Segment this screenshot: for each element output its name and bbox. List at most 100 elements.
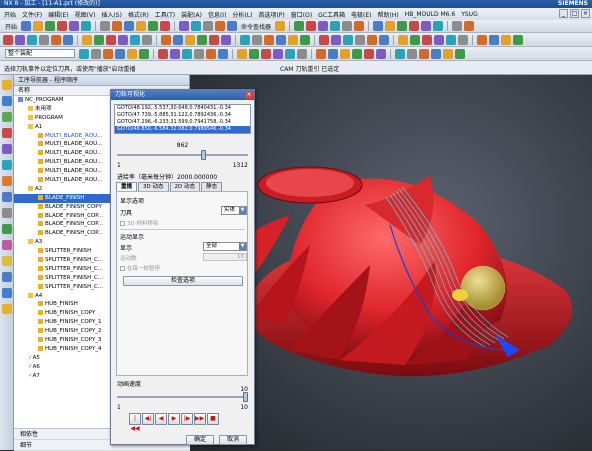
toolbar-icon[interactable] [240,34,250,45]
toolbar-icon[interactable] [39,34,49,45]
toolbar-icon[interactable] [94,34,104,45]
toolbar-icon[interactable] [170,48,180,59]
toolbar-icon[interactable] [398,34,408,45]
toolbar-icon[interactable] [261,48,271,59]
toolbar-icon[interactable] [203,21,214,31]
toolbar-icon[interactable] [63,34,73,45]
dialog-close-button[interactable]: × [245,91,253,99]
goto-list-item[interactable]: GOTO/47.739,-5.885,31.122,0.7892436,-0.3… [115,112,250,119]
toolbar-icon[interactable] [379,34,389,45]
toolbar-icon[interactable] [343,34,353,45]
goto-list-item[interactable]: GOTO/46.850,-6.584,32.082,0.7989546,-0.3… [115,126,250,133]
toolbar-icon[interactable] [160,21,171,31]
toolbar-icon[interactable] [45,21,56,31]
toolbar-icon[interactable] [410,34,420,45]
toolbar-icon[interactable] [452,21,463,31]
toolbar-icon[interactable] [139,48,149,59]
toolbar-icon[interactable] [373,21,384,31]
toolbar-icon[interactable] [191,21,202,31]
resource-bar-icon[interactable] [2,160,12,170]
resource-bar-icon[interactable] [2,192,12,202]
menu-item[interactable]: 装配(A) [181,10,202,19]
command-finder-label[interactable]: 命令查找器 [241,22,271,31]
toolbar-icon[interactable] [81,21,92,31]
menu-item[interactable]: 窗口(O) [291,10,312,19]
menu-item[interactable]: 分析(L) [232,10,252,19]
toolbar-icon[interactable] [209,34,219,45]
toolbar-icon[interactable] [3,34,13,45]
toolbar-icon[interactable] [118,34,128,45]
show-combo[interactable]: 全部 ▼ [203,242,247,251]
toolbar-icon[interactable] [136,21,147,31]
menu-item[interactable]: 工具(T) [155,10,175,19]
speed-slider[interactable] [117,392,248,402]
toolbar-icon[interactable] [294,21,305,31]
toolbar-icon[interactable] [158,48,168,59]
cancel-button[interactable]: 取消 [219,435,247,445]
menu-item[interactable]: 文件(F) [22,10,42,19]
toolbar-icon[interactable] [352,48,362,59]
toolbar-icon[interactable] [285,48,295,59]
toolbar-icon[interactable] [15,34,25,45]
toolbar-icon[interactable] [501,34,511,45]
toolbar-icon[interactable] [182,48,192,59]
goto-list-item[interactable]: GOTO/47.296,-6.233,31.599,0.7941758,-0.3… [115,119,250,126]
toolbar-icon[interactable] [51,34,61,45]
toolbar-icon[interactable] [407,48,417,59]
toolbar-icon[interactable] [148,21,159,31]
toolbar-icon[interactable] [340,48,350,59]
toolbar-icon[interactable] [124,21,135,31]
toolbar-icon[interactable] [318,21,329,31]
resource-bar-icon[interactable] [2,240,12,250]
menu-item[interactable]: YSUG [461,11,478,18]
toolbar-icon[interactable] [33,21,44,31]
toolbar-icon[interactable] [179,21,190,31]
tab-replay[interactable]: 重播 [116,182,138,191]
ok-button[interactable]: 确定 [186,435,214,445]
toolbar-icon[interactable] [421,21,432,31]
toolbar-icon[interactable] [395,48,405,59]
toolbar-icon[interactable] [273,48,283,59]
toolbar-icon[interactable] [91,48,101,59]
toolbar-icon[interactable] [331,34,341,45]
menu-item[interactable]: 编辑(E) [48,10,68,19]
step-back-icon[interactable]: ◀| [142,413,154,425]
toolbar-icon[interactable] [316,48,326,59]
toolbar-icon[interactable] [397,21,408,31]
step-forward-icon[interactable]: |▶ [181,413,193,425]
menu-item[interactable]: 电极(E) [351,10,371,19]
toolbar-icon[interactable] [215,21,226,31]
toolbar-icon[interactable] [477,34,487,45]
play-reverse-icon[interactable]: ◀ [155,413,167,425]
check-options-button[interactable]: 检查选项 [123,276,243,286]
toolbar-icon[interactable] [319,34,329,45]
toolbar-icon[interactable] [100,21,111,31]
toolbar-icon[interactable] [355,34,365,45]
toolbar-icon[interactable] [489,34,499,45]
toolbar-icon[interactable] [364,48,374,59]
toolbar-icon[interactable] [433,21,444,31]
menu-item[interactable]: 信息(I) [208,10,226,19]
resource-bar-icon[interactable] [2,288,12,298]
toolbar-icon[interactable] [252,34,262,45]
menu-item[interactable]: 开始 [4,10,16,19]
toolbar-icon[interactable] [446,34,456,45]
toolbar-icon[interactable] [115,48,125,59]
menu-item[interactable]: 插入(S) [101,10,122,19]
toolbar-icon[interactable] [513,34,523,45]
speed-slider-thumb[interactable] [243,392,248,402]
filter-combo[interactable]: 整个装配 [5,49,75,58]
toolbar-icon[interactable] [367,34,377,45]
toolbar-icon[interactable] [249,48,259,59]
toolbar-icon[interactable] [103,48,113,59]
toolbar-icon[interactable] [106,34,116,45]
toolbar-icon[interactable] [82,34,92,45]
rewind-icon[interactable]: |◀◀ [129,413,141,432]
toolbar-icon[interactable] [194,48,204,59]
toolbar-icon[interactable] [419,48,429,59]
toolbar-icon[interactable] [376,48,386,59]
toolbar-icon[interactable] [354,21,365,31]
toolbar-icon[interactable] [455,48,465,59]
toolbar-icon[interactable] [185,34,195,45]
toolbar-icon[interactable] [409,21,420,31]
